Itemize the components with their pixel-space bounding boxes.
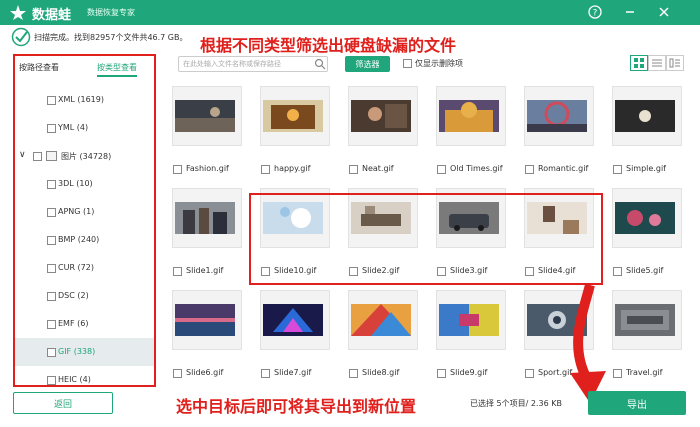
- close-icon[interactable]: [656, 4, 672, 20]
- checkbox[interactable]: [349, 165, 358, 174]
- file-name: Slide1.gif: [186, 266, 224, 275]
- image-thumbnail: [439, 304, 499, 336]
- filter-button[interactable]: 筛选器: [345, 56, 390, 72]
- checkbox[interactable]: [437, 165, 446, 174]
- svg-text:?: ?: [593, 9, 598, 19]
- checkbox[interactable]: [349, 369, 358, 378]
- search-icon[interactable]: [314, 58, 326, 70]
- image-thumbnail: [263, 100, 323, 132]
- file-name: Neat.gif: [362, 164, 394, 173]
- arrow-down-icon: [570, 285, 606, 403]
- file-item[interactable]: Neat.gif: [346, 86, 420, 178]
- detail-view-icon[interactable]: [666, 55, 684, 71]
- export-button[interactable]: 导出: [588, 391, 686, 415]
- checkbox[interactable]: [613, 165, 622, 174]
- scan-status-text: 扫描完成。找到82957个文件共46.7 GB。: [34, 33, 188, 42]
- app-name: 数据蛙: [32, 8, 72, 23]
- file-item[interactable]: Simple.gif: [610, 86, 684, 178]
- file-name: Fashion.gif: [186, 164, 229, 173]
- checkbox[interactable]: [261, 369, 270, 378]
- file-item[interactable]: Travel.gif: [610, 290, 684, 382]
- search-input[interactable]: 在此处输入文件名称或保存路径: [178, 56, 328, 72]
- file-name: Slide6.gif: [186, 368, 224, 377]
- file-item[interactable]: Slide1.gif: [170, 188, 244, 280]
- minus-icon[interactable]: [622, 4, 638, 20]
- list-view-icon[interactable]: [648, 55, 666, 71]
- checkbox[interactable]: [525, 165, 534, 174]
- frog-logo-icon: [10, 5, 26, 20]
- file-item[interactable]: Slide8.gif: [346, 290, 420, 382]
- image-thumbnail: [351, 100, 411, 132]
- file-name: Slide9.gif: [450, 368, 488, 377]
- file-item[interactable]: Slide9.gif: [434, 290, 508, 382]
- deleted-only-checkbox[interactable]: [403, 59, 412, 68]
- checkbox[interactable]: [437, 369, 446, 378]
- selection-info: 已选择 5个项目/ 2.36 KB: [470, 399, 562, 408]
- image-thumbnail: [439, 100, 499, 132]
- file-name: Slide5.gif: [626, 266, 664, 275]
- image-thumbnail: [175, 100, 235, 132]
- file-item[interactable]: Slide6.gif: [170, 290, 244, 382]
- checkbox[interactable]: [173, 165, 182, 174]
- file-name: Travel.gif: [626, 368, 663, 377]
- file-name: happy.gif: [274, 164, 311, 173]
- image-thumbnail: [351, 304, 411, 336]
- file-item[interactable]: Slide7.gif: [258, 290, 332, 382]
- deleted-only-label: 仅显示删除项: [415, 59, 463, 68]
- check-circle-icon: [11, 27, 31, 47]
- image-thumbnail: [527, 100, 587, 132]
- image-thumbnail: [175, 304, 235, 336]
- image-thumbnail: [615, 304, 675, 336]
- title-bar: 数据蛙 数据恢复专家 ?: [0, 0, 700, 25]
- file-name: Slide8.gif: [362, 368, 400, 377]
- app-subtitle: 数据恢复专家: [87, 8, 135, 17]
- annotation-bottom: 选中目标后即可将其导出到新位置: [176, 397, 417, 416]
- file-item[interactable]: Slide5.gif: [610, 188, 684, 280]
- checkbox[interactable]: [261, 165, 270, 174]
- image-thumbnail: [175, 202, 235, 234]
- annotation-top: 根据不同类型筛选出硬盘缺漏的文件: [200, 36, 457, 55]
- image-thumbnail: [615, 100, 675, 132]
- annotation-highlight-left: [13, 54, 156, 387]
- image-thumbnail: [615, 202, 675, 234]
- image-thumbnail: [263, 304, 323, 336]
- file-item[interactable]: Fashion.gif: [170, 86, 244, 178]
- file-name: Old Times.gif: [450, 164, 503, 173]
- checkbox[interactable]: [173, 267, 182, 276]
- checkbox[interactable]: [525, 369, 534, 378]
- file-name: Simple.gif: [626, 164, 666, 173]
- question-circle-icon[interactable]: ?: [587, 4, 603, 20]
- file-item[interactable]: happy.gif: [258, 86, 332, 178]
- annotation-highlight-selection: [249, 193, 603, 285]
- back-button[interactable]: 返回: [13, 392, 113, 414]
- checkbox[interactable]: [173, 369, 182, 378]
- checkbox[interactable]: [613, 267, 622, 276]
- file-name: Slide7.gif: [274, 368, 312, 377]
- file-name: Romantic.gif: [538, 164, 589, 173]
- file-item[interactable]: Romantic.gif: [522, 86, 596, 178]
- grid-view-icon[interactable]: [630, 55, 648, 71]
- file-item[interactable]: Old Times.gif: [434, 86, 508, 178]
